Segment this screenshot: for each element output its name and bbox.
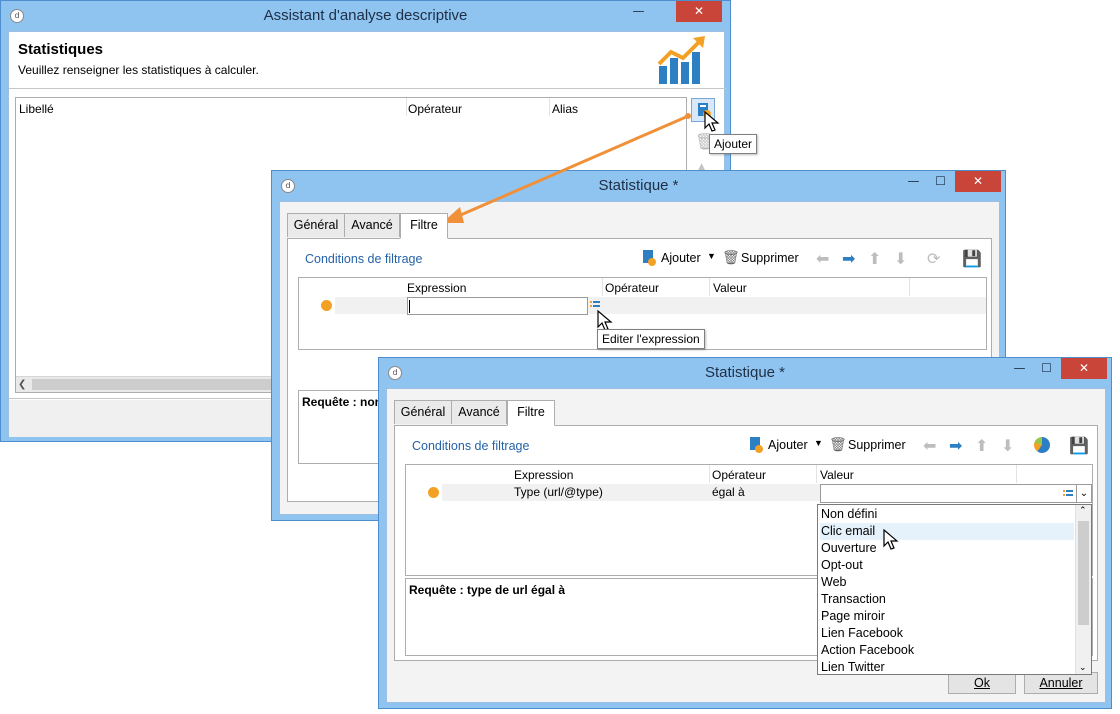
list-item[interactable]: Non défini [820,506,1074,523]
dropdown-chevron-icon[interactable]: ⌄ [1076,485,1091,502]
header-divider [9,88,726,89]
close-button[interactable]: ✕ [1061,358,1107,379]
column-separator [909,278,910,296]
query-label: Requête : type de url égal à [409,583,566,597]
scrollbar-thumb[interactable] [32,379,272,390]
column-header-expression[interactable]: Expression [514,468,573,482]
save-icon[interactable]: 💾 [962,251,982,267]
edit-expression-tooltip: Editer l'expression [597,329,705,349]
arrow-right-icon[interactable]: ➡ [842,251,855,267]
annotation-arrow [442,113,691,223]
scroll-down-icon[interactable]: ⌄ [1079,663,1087,673]
text-caret [409,300,410,313]
save-icon[interactable]: 💾 [1069,438,1089,454]
list-item[interactable]: Page miroir [820,608,1074,625]
close-button[interactable]: ✕ [955,171,1001,192]
list-item[interactable]: Web [820,574,1074,591]
page-title: Statistiques [18,41,104,58]
close-button[interactable]: ✕ [676,1,722,22]
arrow-left-icon[interactable]: ⬅ [923,438,936,454]
column-header-value[interactable]: Valeur [713,281,747,295]
maximize-button[interactable]: ☐ [927,171,954,192]
filter-conditions-link[interactable]: Conditions de filtrage [305,252,422,266]
row-expression[interactable]: Type (url/@type) [514,485,603,499]
tab-general[interactable]: Général [394,400,452,424]
trash-icon: 🗑 [722,249,740,265]
value-dropdown-list[interactable]: Non défini Clic email Ouverture Opt-out … [817,504,1092,675]
window-title: Assistant d'analyse descriptive [263,7,468,24]
delete-label: Supprimer [848,438,906,452]
scrollbar-thumb[interactable] [1078,521,1089,625]
statistics-pie-icon[interactable] [1034,437,1050,453]
window-title: Statistique * [704,364,786,381]
minimize-button[interactable]: — [900,171,927,192]
tab-filter[interactable]: Filtre [400,213,448,239]
ok-label: Ok [974,676,990,690]
vertical-scrollbar[interactable]: ⌃ ⌄ [1075,505,1091,674]
delete-label: Supprimer [741,251,799,265]
query-label: Requête : non [302,395,382,409]
row-operator[interactable]: égal à [712,485,745,499]
trash-icon: 🗑 [829,436,847,452]
arrow-down-icon[interactable]: ⬇ [894,251,907,267]
refresh-icon[interactable]: ⟳ [927,251,940,267]
column-separator [406,98,407,116]
list-item[interactable]: Transaction [820,591,1074,608]
minimize-button[interactable]: — [625,1,652,22]
arrow-up-icon[interactable]: ⬆ [868,251,881,267]
arrow-left-icon[interactable]: ⬅ [816,251,829,267]
list-item[interactable]: Clic email [820,523,1074,540]
column-separator [709,278,710,296]
arrow-down-icon[interactable]: ⬇ [1001,438,1014,454]
maximize-button[interactable]: ☐ [1033,358,1060,379]
filter-conditions-link[interactable]: Conditions de filtrage [412,439,529,453]
list-item[interactable]: Opt-out [820,557,1074,574]
column-separator [816,465,817,483]
chevron-down-icon[interactable]: ▼ [707,251,716,261]
tab-strip: Général Avancé Filtre [394,400,694,426]
add-label: Ajouter [768,438,808,452]
list-item[interactable]: Lien Twitter [820,659,1074,676]
column-header-operator[interactable]: Opérateur [712,468,766,482]
scroll-up-icon[interactable]: ⌃ [1079,506,1087,516]
expression-input[interactable] [407,297,588,315]
statistics-chart-icon [657,36,705,84]
column-separator [709,465,710,483]
tab-advanced[interactable]: Avancé [344,213,400,237]
value-combo[interactable]: ⌄ [820,484,1092,503]
tab-filter[interactable]: Filtre [507,400,555,426]
chevron-down-icon[interactable]: ▼ [814,438,823,448]
page-subtitle: Veuillez renseigner les statistiques à c… [18,63,259,77]
arrow-right-icon[interactable]: ➡ [949,438,962,454]
title-bar[interactable]: d Statistique * — ☐ ✕ [379,358,1111,388]
list-item[interactable]: Ouverture [820,540,1074,557]
tab-advanced[interactable]: Avancé [451,400,507,424]
add-icon [750,437,763,453]
scroll-left-icon[interactable]: ❮ [18,377,26,392]
column-header-label[interactable]: Libellé [19,102,54,116]
list-item[interactable]: Action Facebook [820,642,1074,659]
title-bar[interactable]: d Assistant d'analyse descriptive — ✕ [1,1,730,31]
edit-expression-icon[interactable] [1062,488,1074,500]
column-separator [1016,465,1017,483]
condition-status-icon [321,300,332,311]
column-header-value[interactable]: Valeur [820,468,854,482]
mouse-cursor-icon [883,529,899,550]
add-tooltip: Ajouter [709,134,758,154]
column-header-operator[interactable]: Opérateur [605,281,659,295]
column-separator [602,278,603,296]
condition-status-icon [428,487,439,498]
column-header-expression[interactable]: Expression [407,281,466,295]
arrow-up-icon[interactable]: ⬆ [975,438,988,454]
tab-general[interactable]: Général [287,213,345,237]
cancel-label: Annuler [1039,676,1083,690]
minimize-button[interactable]: — [1006,358,1033,379]
add-label: Ajouter [661,251,701,265]
list-item[interactable]: Lien Facebook [820,625,1074,642]
add-icon [643,250,656,266]
